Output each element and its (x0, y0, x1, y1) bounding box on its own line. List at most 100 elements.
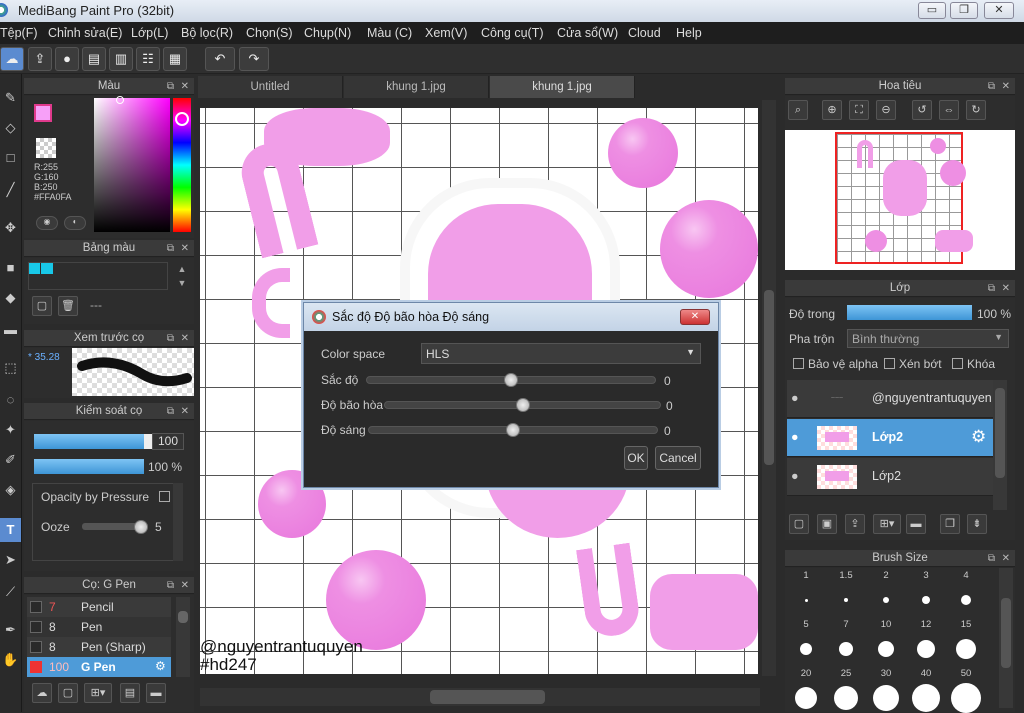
brush-item-pencil[interactable]: 7 Pencil (27, 597, 171, 617)
import-layer-icon[interactable]: ⇪ (845, 514, 865, 534)
brush-size-option[interactable] (912, 684, 940, 712)
operation-tool-icon[interactable]: ➤ (0, 548, 21, 572)
menu-help[interactable]: Help (676, 26, 702, 40)
main-color-swatch[interactable] (34, 104, 52, 122)
brush-size-field[interactable]: 100 (152, 433, 184, 450)
brush-folder-icon[interactable]: ▬ (146, 683, 166, 703)
layer-folder-icon[interactable]: ▬ (906, 514, 926, 534)
brush-size-option[interactable] (922, 596, 930, 604)
brush-list-scrollbar[interactable] (176, 597, 190, 677)
panels-icon[interactable]: ▦ (163, 47, 187, 71)
menu-file[interactable]: Tệp(F) (0, 26, 38, 40)
rotate-left-icon[interactable]: ↺ (912, 100, 932, 120)
gear-icon[interactable]: ⚙ (971, 427, 986, 447)
brush-tool-icon[interactable]: ✎ (0, 86, 21, 110)
layer-row-selected[interactable]: ● Lớp2 ⚙ (787, 419, 993, 457)
brush-item-pen[interactable]: 8 Pen (27, 617, 171, 637)
menu-window[interactable]: Cửa sổ(W) (557, 26, 618, 40)
blend-select[interactable]: Bình thường ▼ (847, 329, 1009, 348)
lock-checkbox[interactable] (952, 358, 963, 369)
zoom-search-icon[interactable]: ⌕ (788, 100, 808, 120)
menu-filter[interactable]: Bộ lọc(R) (181, 26, 233, 40)
line-tool-icon[interactable]: ╱ (0, 178, 21, 202)
fit-icon[interactable]: ⛶ (849, 100, 869, 120)
eyedropper-icon[interactable]: ⟋ (0, 580, 21, 604)
brush-size-option[interactable] (844, 598, 848, 602)
brush-settings-icon[interactable]: ▤ (120, 683, 140, 703)
hue-knob[interactable] (504, 373, 518, 387)
add-brush-icon[interactable]: ⊞▾ (84, 683, 112, 703)
brush-size-option[interactable] (800, 643, 812, 655)
opacity-pressure-checkbox[interactable] (159, 491, 170, 502)
brush-size-option[interactable] (834, 686, 858, 710)
menu-select[interactable]: Chọn(S) (246, 26, 293, 40)
pen-tool-icon[interactable]: ✒ (0, 618, 21, 642)
transparent-swatch[interactable] (36, 138, 56, 158)
gradient-tool-icon[interactable]: ▬ (0, 318, 21, 342)
cloud-icon[interactable]: ☁ (0, 47, 24, 71)
eraser-tool-icon[interactable]: ◇ (0, 116, 21, 140)
layer-scrollbar[interactable] (993, 380, 1007, 510)
shape-tool-icon[interactable]: □ (0, 146, 21, 170)
canvas-hscroll[interactable] (200, 688, 760, 706)
flip-icon[interactable]: ⇔ (939, 100, 959, 120)
page-icon[interactable]: ▥ (109, 47, 133, 71)
navigator-thumbnail[interactable] (785, 130, 1015, 270)
ok-button[interactable]: OK (624, 446, 648, 470)
brush-size-option[interactable] (878, 641, 894, 657)
merge-layer-icon[interactable]: ⇟ (967, 514, 987, 534)
select-rect-icon[interactable]: ⬚ (0, 356, 21, 380)
dialog-close-button[interactable]: ✕ (680, 309, 710, 325)
menu-capture[interactable]: Chụp(N) (304, 26, 351, 40)
lasso-icon[interactable]: ◌ (0, 388, 21, 412)
brush-item-g-pen[interactable]: 100 G Pen ⚙ (27, 657, 171, 677)
duplicate-layer-icon[interactable]: ❐ (940, 514, 960, 534)
saturation-value-picker[interactable] (94, 98, 170, 232)
brush-size-option[interactable] (873, 685, 899, 711)
brush-size-option[interactable] (795, 687, 817, 709)
cancel-button[interactable]: Cancel (655, 446, 701, 470)
color-wheel-icon[interactable]: ◉ (36, 216, 58, 230)
menu-cloud[interactable]: Cloud (628, 26, 661, 40)
new-palette-icon[interactable]: ▢ (32, 296, 52, 316)
layer-row[interactable]: ● Lớp2 (787, 458, 993, 496)
protect-alpha-checkbox[interactable] (793, 358, 804, 369)
menu-tools[interactable]: Công cụ(T) (481, 26, 544, 40)
brush-control-scrollbar[interactable] (173, 483, 183, 561)
brush-size-bar[interactable] (34, 434, 144, 449)
speech-bubble-icon[interactable]: ● (55, 47, 79, 71)
comment-icon[interactable]: ▤ (82, 47, 106, 71)
redo-icon[interactable]: ↷ (239, 47, 269, 71)
brush-size-option[interactable] (804, 598, 808, 602)
share-icon[interactable]: ⇪ (28, 47, 52, 71)
rotate-right-icon[interactable]: ↻ (966, 100, 986, 120)
undo-icon[interactable]: ↶ (205, 47, 235, 71)
tab-khung-1[interactable]: khung 1.jpg (344, 76, 489, 98)
select-pen-icon[interactable]: ✐ (0, 448, 21, 472)
saturation-knob[interactable] (515, 398, 530, 412)
new-brush-icon[interactable]: ▢ (58, 683, 78, 703)
brush-size-option[interactable] (917, 640, 935, 658)
brush-opacity-bar[interactable] (34, 459, 144, 474)
delete-palette-icon[interactable]: 🗑 (58, 296, 78, 316)
fill-tool-icon[interactable]: ◆ (0, 286, 21, 310)
menu-edit[interactable]: Chỉnh sửa(E) (48, 26, 122, 40)
clip-checkbox[interactable] (884, 358, 895, 369)
color-add-icon[interactable]: ◐ (64, 216, 86, 230)
menu-color[interactable]: Màu (C) (367, 26, 412, 40)
layer-row[interactable]: ● ~~~ @nguyentrantuquyen (787, 380, 993, 418)
new-layer-type-icon[interactable]: ▣ (817, 514, 837, 534)
cloud-brush-icon[interactable]: ☁ (32, 683, 52, 703)
close-button[interactable]: ✕ (984, 2, 1014, 19)
tab-untitled[interactable]: Untitled (198, 76, 343, 98)
canvas-vscroll[interactable] (762, 100, 776, 676)
new-layer-icon[interactable]: ▢ (789, 514, 809, 534)
ooze-knob[interactable] (134, 520, 148, 534)
eye-icon[interactable]: ● (791, 391, 799, 405)
move-tool-icon[interactable]: ✥ (0, 216, 21, 240)
layer-fx-icon[interactable]: ⊞▾ (873, 514, 901, 534)
menu-layer[interactable]: Lớp(L) (131, 26, 168, 40)
select-eraser-icon[interactable]: ◈ (0, 478, 21, 502)
brush-size-option[interactable] (961, 595, 971, 605)
text-tool-icon[interactable]: T (0, 518, 21, 542)
